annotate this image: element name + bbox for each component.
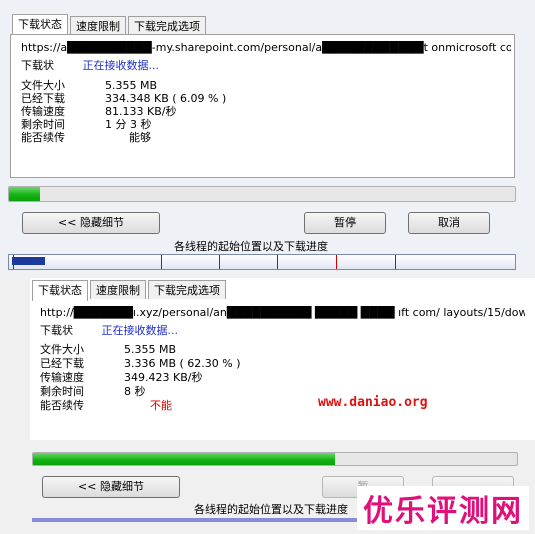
download-progress-bar (8, 186, 516, 202)
site-logo: 优乐评测网 (357, 486, 529, 530)
status-row: 下载状 正在接收数据... (21, 57, 159, 73)
status-value: 正在接收数据... (101, 324, 179, 337)
thread-start-marker (336, 255, 337, 269)
status-label: 下载状 (21, 59, 54, 72)
url-text: https://a██████████-my.sharepoint.com/pe… (21, 41, 511, 54)
thread-progress-bar (32, 518, 362, 522)
thread-start-marker (277, 255, 278, 269)
threads-caption: 各线程的起始位置以及下载进度 (194, 503, 348, 516)
tab-download-status[interactable]: 下载状态 (32, 280, 88, 301)
thread-segment (12, 257, 45, 265)
row-value: 能够 (129, 131, 151, 144)
tab-speed-limit[interactable]: 速度限制 (90, 280, 146, 299)
progress-fill (33, 453, 335, 465)
thread-start-marker (161, 255, 162, 269)
tab-speed-limit[interactable]: 速度限制 (70, 16, 126, 35)
hide-details-button[interactable]: << 隐藏细节 (22, 212, 160, 234)
thread-start-marker (13, 255, 14, 269)
tab-completion-options[interactable]: 下载完成选项 (128, 16, 206, 35)
row-value: 不能 (150, 399, 172, 412)
info-row: 能否续传 能够 (21, 129, 151, 145)
download-progress-bar (32, 452, 518, 466)
cancel-button[interactable]: 取消 (408, 212, 490, 234)
watermark-url: www.daniao.org (318, 395, 428, 410)
status-value: 正在接收数据... (82, 59, 160, 72)
pause-button[interactable]: 暂停 (304, 212, 386, 234)
download-window-bottom: 下载状态 速度限制 下载完成选项 http://███████ı.xyz/per… (30, 278, 535, 534)
threads-caption: 各线程的起始位置以及下载进度 (174, 240, 328, 253)
thread-start-marker (395, 255, 396, 269)
thread-start-marker (219, 255, 220, 269)
row-label: 能否续传 (40, 399, 84, 412)
row-label: 能否续传 (21, 131, 65, 144)
info-row: 能否续传 不能 (40, 397, 172, 413)
tab-download-status[interactable]: 下载状态 (12, 14, 68, 35)
status-panel: https://a██████████-my.sharepoint.com/pe… (10, 34, 515, 178)
progress-fill (9, 187, 40, 201)
thread-progress-bar (8, 254, 516, 270)
hide-details-button[interactable]: << 隐藏细节 (42, 476, 180, 498)
tab-completion-options[interactable]: 下载完成选项 (148, 280, 226, 299)
url-text: http://███████ı.xyz/personal/an█████████… (40, 306, 525, 319)
tab-bar: 下载状态 速度限制 下载完成选项 (32, 280, 228, 301)
status-label: 下载状 (40, 324, 73, 337)
download-window-top: 下载状态 速度限制 下载完成选项 https://a██████████-my.… (0, 0, 535, 278)
status-row: 下载状 正在接收数据... (40, 322, 178, 338)
